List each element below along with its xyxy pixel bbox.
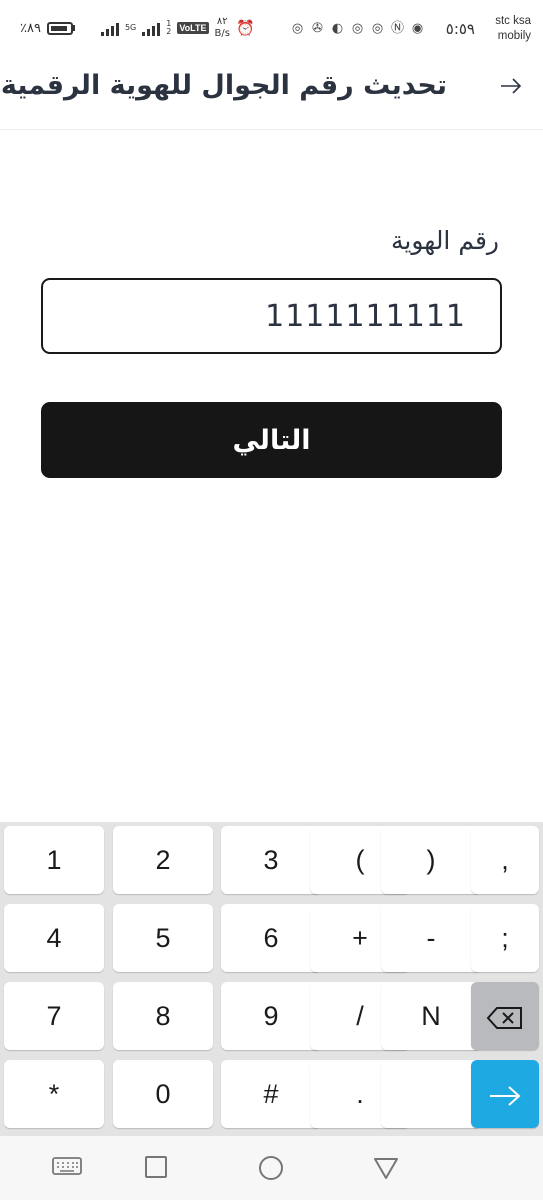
recent-apps-icon [145,1156,167,1178]
home-icon [259,1156,283,1180]
carrier-secondary: mobily [497,30,531,42]
key-blank[interactable] [381,1060,481,1128]
signal-icon [100,20,119,36]
system-navbar [0,1136,543,1200]
whatsapp-icon: ◎ [371,21,384,36]
status-left-group: ٪٨٩ 5G 12 VoLTE ٨٢ B/s ⏰ [20,16,255,40]
whatsapp-icon: ◎ [351,21,364,36]
id-number-input[interactable] [41,278,502,354]
carrier-primary: stc ksa [495,15,531,27]
sim-indicator: 12 [166,19,172,36]
arrow-right-icon [501,78,522,94]
battery-percent: ٪٨٩ [20,20,41,36]
recent-apps-button[interactable] [143,1154,173,1182]
battery-nub [72,25,75,31]
key-asterisk[interactable]: * [4,1060,104,1128]
key-close-paren[interactable]: ) [381,826,481,894]
key-2[interactable]: 2 [113,826,213,894]
id-number-label: رقم الهوية [391,226,499,255]
dark-mode-icon: ◐ [331,21,344,36]
status-app-icons: ◎ ✇ ◐ ◎ ◎ Ⓝ ◉ [290,21,425,36]
key-minus[interactable]: - [381,904,481,972]
status-time: ٥:٥٩ [445,20,475,38]
key-semicolon[interactable]: ; [471,904,539,972]
key-3[interactable]: 3 [221,826,321,894]
enter-key[interactable] [471,1060,539,1128]
back-icon [374,1158,398,1179]
key-hash[interactable]: # [221,1060,321,1128]
key-n[interactable]: N [381,982,481,1050]
backspace-key[interactable] [471,982,539,1050]
network-5g: 5G [124,23,137,32]
numeric-keyboard: 1 2 3 ( ) , 4 5 6 + - ; 7 8 9 / N * 0 # … [0,822,543,1136]
status-bar: ٪٨٩ 5G 12 VoLTE ٨٢ B/s ⏰ ◎ ✇ ◐ ◎ ◎ Ⓝ ◉ ٥:… [0,0,543,56]
key-5[interactable]: 5 [113,904,213,972]
key-comma[interactable]: , [471,826,539,894]
next-button[interactable]: التالي [41,402,502,478]
signal-icon [142,20,161,36]
volte-badge: VoLTE [177,22,209,34]
keyboard-icon [52,1157,82,1175]
back-nav-button[interactable] [372,1154,402,1182]
key-6[interactable]: 6 [221,904,321,972]
network-speed: ٨٢ B/s [214,16,230,39]
key-7[interactable]: 7 [4,982,104,1050]
home-button[interactable] [257,1154,287,1182]
alarm-icon: ⏰ [235,19,255,37]
whatsapp-icon: ◎ [291,21,304,36]
key-8[interactable]: 8 [113,982,213,1050]
keyboard-switch-button[interactable] [52,1154,82,1182]
battery-icon [46,21,73,35]
nfc-icon: Ⓝ [390,21,404,36]
eye-icon: ◉ [411,21,424,36]
app-header: تحديث رقم الجوال للهوية الرقمية [0,56,543,130]
enter-arrow-icon [490,1086,521,1106]
page-title: تحديث رقم الجوال للهوية الرقمية [0,70,447,101]
key-1[interactable]: 1 [4,826,104,894]
share-icon: ✇ [312,21,323,36]
backspace-icon [486,1006,522,1029]
key-0[interactable]: 0 [113,1060,213,1128]
key-4[interactable]: 4 [4,904,104,972]
key-9[interactable]: 9 [221,982,321,1050]
back-button[interactable] [495,70,527,106]
carrier-info: stc ksa mobily [495,14,531,44]
